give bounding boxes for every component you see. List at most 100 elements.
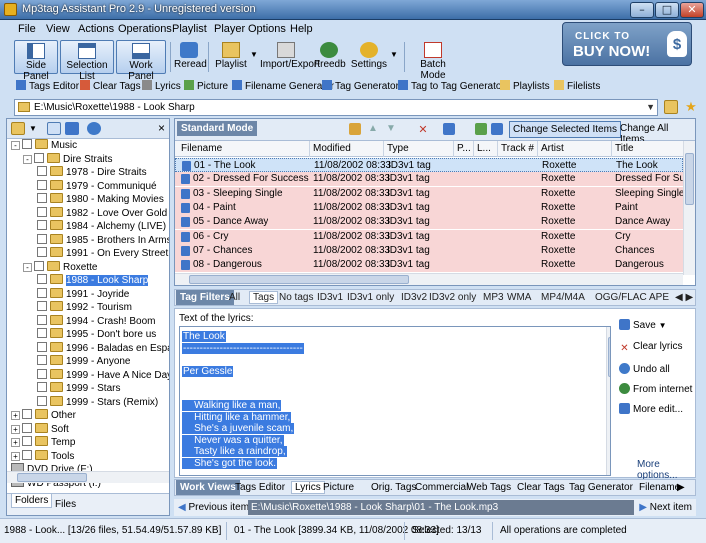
work-view-tab[interactable]: Orig. Tags xyxy=(371,482,416,493)
picture-button[interactable]: Picture xyxy=(184,80,228,92)
filter-icon[interactable] xyxy=(475,123,487,135)
folder-checkbox[interactable] xyxy=(22,139,32,149)
more-edit-button[interactable]: More edit... xyxy=(619,403,695,415)
column-divider[interactable] xyxy=(537,141,538,157)
tags-editor-button[interactable]: Tags Editor xyxy=(16,80,79,92)
tag-filter-tab[interactable]: APE xyxy=(649,292,669,303)
tag-filter-tab[interactable]: No tags xyxy=(279,292,313,303)
tag-to-tag-generator-button[interactable]: Tag to Tag Generator xyxy=(398,80,505,92)
tree-folder-item[interactable]: + Soft xyxy=(11,422,69,436)
table-row[interactable]: 03 - Sleeping Single 11/08/2002 08:33 ID3v… xyxy=(175,186,685,201)
tab-files[interactable]: Files xyxy=(55,499,76,510)
favorite-star-icon[interactable]: ★ xyxy=(684,100,698,114)
folder-checkbox[interactable] xyxy=(37,355,47,365)
tree-folder-item[interactable]: 1999 - Anyone xyxy=(37,355,131,368)
menu-player[interactable]: Player xyxy=(214,23,245,35)
playlist-button[interactable]: Playlist xyxy=(212,40,250,74)
close-button[interactable]: ✕ xyxy=(680,2,704,18)
folder-checkbox[interactable] xyxy=(22,422,32,433)
delete-icon[interactable]: ✕ xyxy=(417,123,429,136)
work-panel-button[interactable]: Work Panel xyxy=(116,40,166,82)
tree-folder-item[interactable]: 1985 - Brothers In Arms xyxy=(37,233,169,247)
folder-checkbox[interactable] xyxy=(34,152,44,163)
tree-folder-item[interactable]: 1992 - Tourism xyxy=(37,301,132,314)
previous-item-button[interactable]: ◀ Previous item xyxy=(178,502,249,513)
tree-folder-item[interactable]: 1999 - Stars xyxy=(37,382,120,395)
folder-checkbox[interactable] xyxy=(37,395,47,406)
table-row[interactable]: 02 - Dressed For Success 11/08/2002 08:33… xyxy=(175,172,693,187)
expand-toggle[interactable]: - xyxy=(23,154,32,164)
folder-checkbox[interactable] xyxy=(37,341,47,352)
tree-folder-item[interactable]: 1984 - Alchemy (LIVE) xyxy=(37,220,166,233)
work-view-tab[interactable]: Lyrics xyxy=(291,481,325,494)
clear-tags-button[interactable]: Clear Tags xyxy=(80,80,141,92)
vertical-scrollbar[interactable] xyxy=(606,327,610,475)
column-divider[interactable] xyxy=(453,141,454,157)
tree-view-icon[interactable] xyxy=(65,122,79,135)
work-view-tab[interactable]: Filename xyxy=(639,482,680,493)
col-p[interactable]: P... xyxy=(457,143,471,154)
work-view-tab[interactable]: Picture xyxy=(323,482,354,493)
tree-folder-item[interactable]: 1991 - Joyride xyxy=(37,287,129,301)
tree-folder-item[interactable]: 1988 - Look Sharp xyxy=(37,274,149,287)
col-type[interactable]: Type xyxy=(387,143,409,154)
tag-filter-tab[interactable]: ID3v2 only xyxy=(429,292,476,303)
tab-folders[interactable]: Folders xyxy=(11,494,53,508)
tree-folder-item[interactable]: + Other xyxy=(11,409,76,422)
expand-toggle[interactable]: - xyxy=(23,262,32,272)
path-combobox[interactable]: E:\Music\Roxette\1988 - Look Sharp ▼ xyxy=(14,99,658,116)
refresh-icon[interactable] xyxy=(87,122,101,135)
folder-up-icon[interactable] xyxy=(11,122,25,135)
menu-operations[interactable]: Operations xyxy=(118,23,172,35)
table-row[interactable]: 06 - Cry 11/08/2002 08:33 ID3v1 tag Roxette… xyxy=(175,229,683,244)
folder-checkbox[interactable] xyxy=(37,166,47,176)
menu-options[interactable]: Options xyxy=(248,23,286,35)
folder-checkbox[interactable] xyxy=(37,193,47,203)
menu-file[interactable]: File xyxy=(18,23,36,35)
tree-folder-item[interactable]: + Tools xyxy=(11,449,74,463)
save-button[interactable]: Save ▼ xyxy=(619,319,695,331)
work-view-tab[interactable]: Tags Editor xyxy=(235,482,285,493)
vertical-scrollbar[interactable] xyxy=(683,141,695,275)
tree-folder-item[interactable]: 1991 - On Every Street xyxy=(37,247,168,260)
folder-checkbox[interactable] xyxy=(22,436,32,446)
folder-checkbox[interactable] xyxy=(22,409,32,419)
column-divider[interactable] xyxy=(473,141,474,157)
tab-scroll-arrow[interactable]: ▶ xyxy=(677,482,685,493)
folder-checkbox[interactable] xyxy=(37,382,47,392)
close-icon[interactable]: × xyxy=(158,121,165,135)
tag-filter-tab[interactable]: MP4/M4A xyxy=(541,292,585,303)
tree-folder-item[interactable]: 1999 - Stars (Remix) xyxy=(37,395,158,409)
expand-toggle[interactable]: + xyxy=(11,451,20,461)
view-toggle-icon[interactable] xyxy=(47,122,61,135)
tree-folder-item[interactable]: - Roxette xyxy=(23,260,97,274)
table-row[interactable]: 01 - The Look 11/08/2002 08:33 ID3v1 tag Ro… xyxy=(175,158,683,172)
tree-folder-item[interactable]: 1994 - Crash! Boom xyxy=(37,314,156,328)
table-row[interactable]: 04 - Paint 11/08/2002 08:33 ID3v1 tag Roxet… xyxy=(175,200,683,215)
scrollbar-thumb[interactable] xyxy=(608,337,610,377)
filename-generator-button[interactable]: Filename Generator xyxy=(232,80,334,92)
table-row[interactable]: 08 - Dangerous 11/08/2002 08:33 ID3v1 tag R… xyxy=(175,258,683,273)
side-panel-button[interactable]: Side Panel xyxy=(14,40,58,82)
folder-checkbox[interactable] xyxy=(37,301,47,311)
lyrics-button[interactable]: Lyrics xyxy=(142,80,181,92)
folder-checkbox[interactable] xyxy=(37,314,47,325)
folder-checkbox[interactable] xyxy=(37,179,47,190)
filelists-button[interactable]: Filelists xyxy=(554,80,600,92)
expand-toggle[interactable]: + xyxy=(11,424,20,434)
tag-filter-tab[interactable]: ID3v2 xyxy=(401,292,427,303)
tree-folder-item[interactable]: - Dire Straits xyxy=(23,152,112,166)
playlists-button[interactable]: Playlists xyxy=(500,80,550,92)
tag-filter-tab[interactable]: OGG/FLAC xyxy=(595,292,647,303)
tree-folder-item[interactable]: 1995 - Don't bore us xyxy=(37,328,156,341)
import-export-button[interactable]: Import/Export xyxy=(260,40,320,74)
col-title[interactable]: Title xyxy=(615,143,634,154)
menu-actions[interactable]: Actions xyxy=(78,23,114,35)
select-icon[interactable] xyxy=(443,123,455,135)
col-track[interactable]: Track # xyxy=(501,143,534,154)
table-row[interactable]: 07 - Chances 11/08/2002 08:33 ID3v1 tag Rox… xyxy=(175,243,683,258)
folder-checkbox[interactable] xyxy=(37,287,47,298)
table-row[interactable]: 05 - Dance Away 11/08/2002 08:33 ID3v1 tag… xyxy=(175,215,683,230)
tree-folder-item[interactable]: 1978 - Dire Straits xyxy=(37,166,147,179)
tag-filter-tab[interactable]: ID3v1 xyxy=(317,292,343,303)
